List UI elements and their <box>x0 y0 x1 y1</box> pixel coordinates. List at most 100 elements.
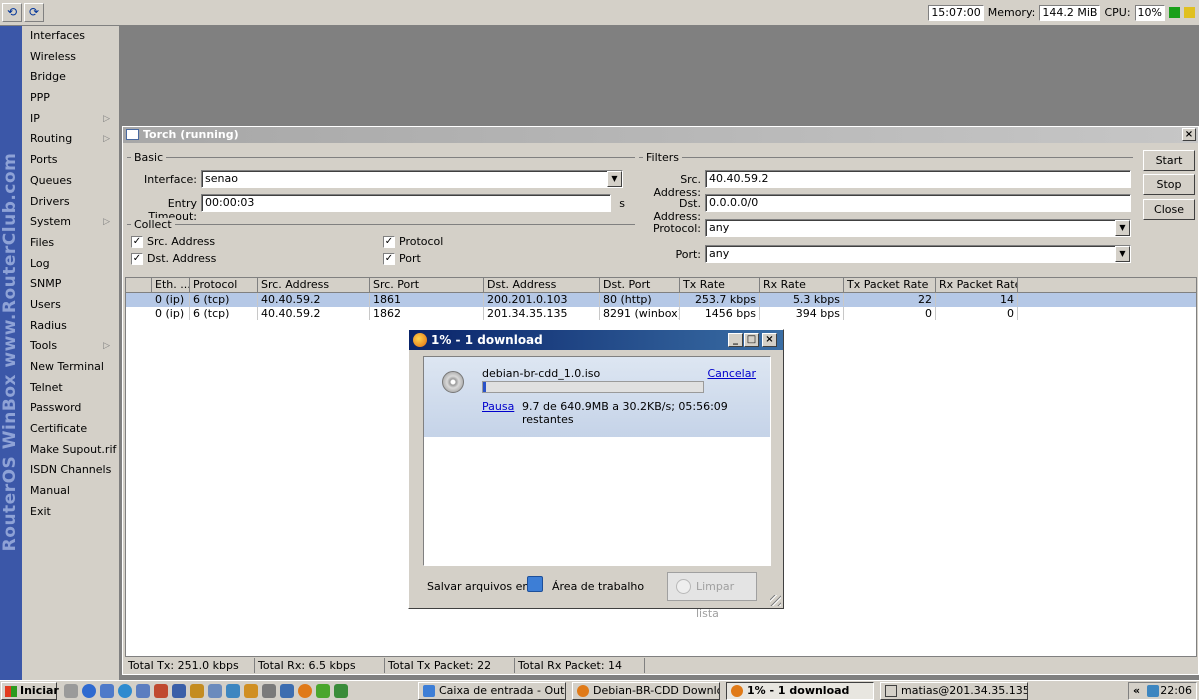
chevron-down-icon[interactable]: ▼ <box>1115 220 1130 236</box>
start-button[interactable]: Start <box>1143 150 1195 171</box>
column-header[interactable]: Src. Address <box>258 278 370 292</box>
menu-item-files[interactable]: Files <box>22 233 118 254</box>
dst-address-checkbox[interactable]: ✓ Dst. Address <box>131 252 216 265</box>
port-select[interactable]: any ▼ <box>705 245 1131 263</box>
brand-text: RouterOS WinBox www.RouterClub.com <box>0 152 20 552</box>
menu-item-snmp[interactable]: SNMP <box>22 274 118 295</box>
protocol-select[interactable]: any ▼ <box>705 219 1131 237</box>
close-icon[interactable]: × <box>1182 128 1196 141</box>
interface-select[interactable]: senao ▼ <box>201 170 623 188</box>
protocol-checkbox[interactable]: ✓ Protocol <box>383 235 443 248</box>
menu-item-exit[interactable]: Exit <box>22 502 118 523</box>
taskbar: Iniciar Caixa de entrada - Outlo... Debi… <box>0 680 1199 700</box>
chevron-down-icon[interactable]: ▼ <box>1115 246 1130 262</box>
menu-item-make-supout[interactable]: Make Supout.rif <box>22 440 118 461</box>
cpu-label: CPU: <box>1104 6 1131 19</box>
menu-item-manual[interactable]: Manual <box>22 481 118 502</box>
src-address-checkbox[interactable]: ✓ Src. Address <box>131 235 215 248</box>
quicklaunch-icon[interactable] <box>136 684 150 698</box>
menu-item-isdn-channels[interactable]: ISDN Channels <box>22 460 118 481</box>
interface-label: Interface: <box>144 173 197 186</box>
table-row[interactable]: 0 (ip) 6 (tcp) 40.40.59.2 1862 201.34.35… <box>126 307 1196 321</box>
menu-item-ppp[interactable]: PPP <box>22 88 118 109</box>
start-button[interactable]: Iniciar <box>1 682 59 700</box>
menu-item-radius[interactable]: Radius <box>22 316 118 337</box>
column-header[interactable]: Rx Rate <box>760 278 844 292</box>
column-header[interactable]: Rx Packet Rate <box>936 278 1018 292</box>
menu-item-bridge[interactable]: Bridge <box>22 67 118 88</box>
quicklaunch-icon[interactable] <box>190 684 204 698</box>
taskbar-item-winbox[interactable]: matias@201.34.35.135 (... <box>880 682 1028 700</box>
download-title-bar[interactable]: 1% - 1 download _ □ × <box>409 330 783 350</box>
quicklaunch-icon[interactable] <box>154 684 168 698</box>
firefox-icon[interactable] <box>298 684 312 698</box>
src-address-field[interactable]: 40.40.59.2 <box>705 170 1131 188</box>
network-icon[interactable] <box>1147 685 1159 697</box>
cpu-indicator-icon <box>1169 7 1180 18</box>
quicklaunch-icon[interactable] <box>208 684 222 698</box>
redo-icon[interactable]: ⟳ <box>24 3 44 22</box>
cancel-link[interactable]: Cancelar <box>707 367 756 380</box>
quicklaunch-icon[interactable] <box>172 684 186 698</box>
taskbar-item-debian-download[interactable]: Debian-BR-CDD Downloa... <box>572 682 720 700</box>
progress-fill <box>483 382 486 392</box>
column-header[interactable]: Dst. Port <box>600 278 680 292</box>
port-checkbox[interactable]: ✓ Port <box>383 252 421 265</box>
browser-icon[interactable] <box>82 684 96 698</box>
dst-address-field[interactable]: 0.0.0.0/0 <box>705 194 1131 212</box>
table-row[interactable]: 0 (ip) 6 (tcp) 40.40.59.2 1861 200.201.0… <box>126 293 1196 307</box>
menu-item-routing[interactable]: Routing ▷ <box>22 129 118 150</box>
close-icon[interactable]: × <box>762 333 777 347</box>
resize-grip-icon[interactable] <box>770 595 781 606</box>
menu-item-users[interactable]: Users <box>22 295 118 316</box>
quicklaunch-icon[interactable] <box>280 684 294 698</box>
menu-item-new-terminal[interactable]: New Terminal <box>22 357 118 378</box>
submenu-arrow-icon: ▷ <box>103 134 110 145</box>
quicklaunch-icon[interactable] <box>316 684 330 698</box>
taskbar-item-download-dialog[interactable]: 1% - 1 download <box>726 682 874 700</box>
undo-icon[interactable]: ⟲ <box>2 3 22 22</box>
column-header[interactable]: Tx Packet Rate <box>844 278 936 292</box>
menu-item-certificate[interactable]: Certificate <box>22 419 118 440</box>
column-header[interactable]: Dst. Address <box>484 278 600 292</box>
menu-item-ports[interactable]: Ports <box>22 150 118 171</box>
quicklaunch-icon[interactable] <box>64 684 78 698</box>
quicklaunch-icon[interactable] <box>244 684 258 698</box>
menu-item-drivers[interactable]: Drivers <box>22 192 118 213</box>
menu-item-log[interactable]: Log <box>22 254 118 275</box>
quicklaunch-icon[interactable] <box>334 684 348 698</box>
clear-list-button[interactable]: Limpar lista <box>667 572 757 620</box>
menu-item-queues[interactable]: Queues <box>22 171 118 192</box>
menu-item-tools[interactable]: Tools ▷ <box>22 336 118 357</box>
torch-title-bar[interactable]: Torch (running) × <box>123 127 1198 143</box>
menu-item-password[interactable]: Password <box>22 398 118 419</box>
quicklaunch-icon[interactable] <box>118 684 132 698</box>
save-location-folder[interactable]: Área de trabalho <box>552 580 644 593</box>
column-header[interactable]: Src. Port <box>370 278 484 292</box>
menu-item-telnet[interactable]: Telnet <box>22 378 118 399</box>
stop-button[interactable]: Stop <box>1143 174 1195 195</box>
memory-label: Memory: <box>987 6 1036 19</box>
pause-link[interactable]: Pausa <box>482 400 514 413</box>
column-header[interactable]: Protocol <box>190 278 258 292</box>
column-header[interactable]: Eth. ... <box>152 278 190 292</box>
quicklaunch-icon[interactable] <box>100 684 114 698</box>
menu-item-interfaces[interactable]: Interfaces <box>22 26 118 47</box>
entry-timeout-field[interactable]: 00:00:03 <box>201 194 611 212</box>
menu-item-wireless[interactable]: Wireless <box>22 47 118 68</box>
taskbar-item-outlook[interactable]: Caixa de entrada - Outlo... <box>418 682 566 700</box>
menu-item-system[interactable]: System ▷ <box>22 212 118 233</box>
quicklaunch-icon[interactable] <box>262 684 276 698</box>
chevron-down-icon[interactable]: ▼ <box>607 171 622 187</box>
tray-expand-icon[interactable]: « <box>1133 683 1140 699</box>
firefox-icon <box>577 685 589 697</box>
check-icon: ✓ <box>131 235 143 248</box>
quicklaunch-icon[interactable] <box>226 684 240 698</box>
close-button[interactable]: Close <box>1143 199 1195 220</box>
basic-group: Basic <box>127 151 635 164</box>
download-item[interactable]: debian-br-cdd_1.0.iso Cancelar Pausa 9.7… <box>424 357 770 437</box>
menu-item-ip[interactable]: IP ▷ <box>22 109 118 130</box>
maximize-icon[interactable]: □ <box>744 333 759 347</box>
column-header[interactable]: Tx Rate <box>680 278 760 292</box>
minimize-icon[interactable]: _ <box>728 333 743 347</box>
